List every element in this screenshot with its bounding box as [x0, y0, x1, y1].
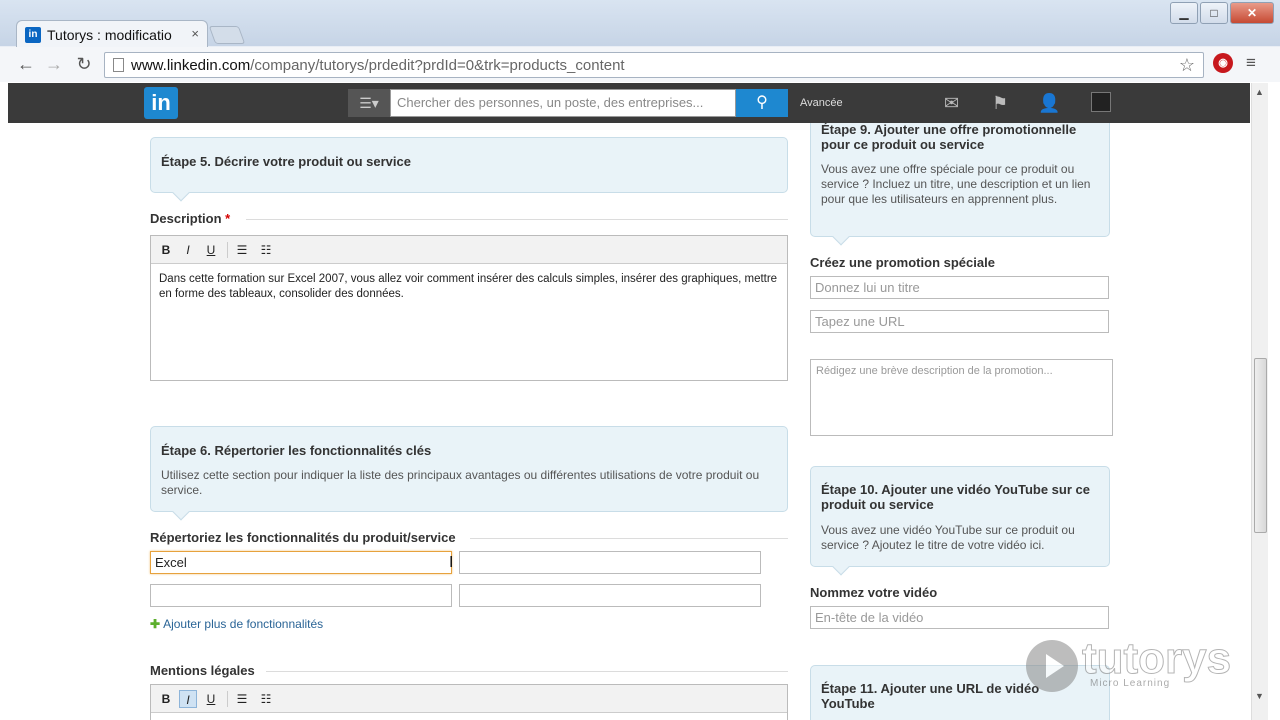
required-mark: *	[225, 211, 231, 226]
page-content: Étape 5. Décrire votre produit ou servic…	[8, 123, 1250, 720]
step10-title: Étape 10. Ajouter une vidéo YouTube sur …	[821, 482, 1090, 512]
description-label-text: Description	[150, 211, 222, 226]
bold-button[interactable]: B	[157, 690, 175, 708]
step6-title: Étape 6. Répertorier les fonctionnalités…	[161, 443, 432, 458]
play-logo-icon	[1026, 640, 1078, 692]
promo-label: Créez une promotion spéciale	[810, 255, 995, 270]
linkedin-header: in ☰▾ Chercher des personnes, un poste, …	[8, 83, 1250, 123]
scroll-down-arrow-icon[interactable]: ▼	[1255, 691, 1264, 701]
divider	[470, 538, 788, 539]
promo-description-textarea[interactable]: Rédigez une brève description de la prom…	[810, 359, 1113, 436]
promo-url-input[interactable]: Tapez une URL	[810, 310, 1109, 333]
bullet-list-icon[interactable]: ☰	[233, 241, 251, 259]
new-tab-button[interactable]	[208, 26, 246, 44]
address-bar[interactable]: www.linkedin.com/company/tutorys/prdedit…	[104, 52, 1204, 78]
minimize-button[interactable]: ▁	[1170, 2, 1198, 24]
notifications-flag-icon[interactable]: ⚑	[992, 93, 1008, 114]
editor-toolbar: B I U ☰ ☷	[151, 236, 787, 264]
legal-label: Mentions légales	[150, 663, 255, 678]
add-features-label: Ajouter plus de fonctionnalités	[163, 617, 324, 631]
step6-box: Étape 6. Répertorier les fonctionnalités…	[150, 426, 788, 521]
page-icon	[113, 58, 124, 72]
browser-chrome: in Tutorys : modificatio × ▁ □ ✕ ← → ↻ w…	[0, 0, 1280, 82]
step6-text: Utilisez cette section pour indiquer la …	[161, 468, 760, 497]
features-label: Répertoriez les fonctionnalités du produ…	[150, 530, 456, 545]
add-features-link[interactable]: ✚ Ajouter plus de fonctionnalités	[150, 617, 323, 631]
step9-box: Étape 9. Ajouter une offre promotionnell…	[810, 123, 1110, 246]
step9-caret	[832, 228, 850, 246]
avatar[interactable]	[1091, 92, 1111, 112]
watermark-brand: tutorys	[1081, 634, 1232, 684]
toolbar-separator	[227, 691, 228, 707]
divider	[266, 671, 788, 672]
numbered-list-icon[interactable]: ☷	[257, 241, 275, 259]
text-cursor-icon: I	[449, 554, 454, 571]
extension-icon[interactable]: ◉	[1213, 53, 1233, 73]
feature-input-3[interactable]	[150, 584, 452, 607]
step9-text: Vous avez une offre spéciale pour ce pro…	[821, 162, 1091, 206]
step5-caret	[172, 184, 190, 202]
search-category-menu-icon[interactable]: ☰▾	[348, 89, 390, 117]
messages-icon[interactable]: ✉	[944, 93, 959, 114]
underline-button[interactable]: U	[202, 690, 220, 708]
maximize-button[interactable]: □	[1200, 2, 1228, 24]
scrollbar-thumb[interactable]	[1254, 358, 1267, 533]
url-host: www.linkedin.com	[131, 57, 251, 74]
watermark-tagline: Micro Learning	[1090, 678, 1171, 689]
linkedin-logo[interactable]: in	[144, 87, 178, 119]
underline-button[interactable]: U	[202, 241, 220, 259]
video-label: Nommez votre vidéo	[810, 585, 938, 600]
browser-tab[interactable]: in Tutorys : modificatio ×	[16, 20, 208, 48]
search-icon[interactable]: ⚲	[736, 89, 788, 117]
bold-button[interactable]: B	[157, 241, 175, 259]
divider	[246, 219, 788, 220]
plus-icon: ✚	[150, 617, 161, 631]
step11-title: Étape 11. Ajouter une URL de vidéo YouTu…	[821, 681, 1040, 711]
feature-input-2[interactable]	[459, 551, 761, 574]
promo-title-input[interactable]: Donnez lui un titre	[810, 276, 1109, 299]
bookmark-star-icon[interactable]: ☆	[1179, 55, 1195, 76]
title-bar: in Tutorys : modificatio × ▁ □ ✕	[0, 0, 1280, 48]
step6-caret	[172, 503, 190, 521]
forward-arrow-icon[interactable]: →	[42, 53, 66, 75]
description-label: Description *	[150, 211, 230, 226]
window-controls: ▁ □ ✕	[1170, 2, 1274, 24]
editor-toolbar: B I U ☰ ☷	[151, 685, 787, 713]
step10-box: Étape 10. Ajouter une vidéo YouTube sur …	[810, 466, 1110, 576]
search-input[interactable]: Chercher des personnes, un poste, des en…	[390, 89, 736, 117]
legal-editor: B I U ☰ ☷	[150, 684, 788, 720]
linkedin-favicon-icon: in	[25, 27, 41, 43]
bullet-list-icon[interactable]: ☰	[233, 690, 251, 708]
step5-title: Étape 5. Décrire votre produit ou servic…	[161, 154, 411, 169]
italic-button[interactable]: I	[179, 690, 197, 708]
tab-title: Tutorys : modificatio	[47, 27, 172, 43]
url-text: www.linkedin.com/company/tutorys/prdedit…	[131, 57, 625, 74]
back-arrow-icon[interactable]: ←	[14, 53, 38, 75]
feature-input-1[interactable]: Excel	[150, 551, 452, 574]
add-connection-icon[interactable]: 👤	[1038, 93, 1060, 114]
description-editor: B I U ☰ ☷ Dans cette formation sur Excel…	[150, 235, 788, 381]
scroll-up-arrow-icon[interactable]: ▲	[1255, 87, 1264, 97]
browser-menu-icon[interactable]: ≡	[1246, 53, 1256, 73]
feature-input-4[interactable]	[459, 584, 761, 607]
step9-title: Étape 9. Ajouter une offre promotionnell…	[821, 123, 1077, 152]
step10-text: Vous avez une vidéo YouTube sur ce produ…	[821, 523, 1075, 552]
tab-close-icon[interactable]: ×	[191, 26, 199, 41]
toolbar-separator	[227, 242, 228, 258]
step5-box: Étape 5. Décrire votre produit ou servic…	[150, 137, 788, 202]
browser-toolbar: ← → ↻ www.linkedin.com/company/tutorys/p…	[0, 47, 1280, 82]
advanced-search-link[interactable]: Avancée	[800, 97, 843, 109]
url-path: /company/tutorys/prdedit?prdId=0&trk=pro…	[250, 57, 625, 74]
numbered-list-icon[interactable]: ☷	[257, 690, 275, 708]
close-window-button[interactable]: ✕	[1230, 2, 1274, 24]
description-textarea[interactable]: Dans cette formation sur Excel 2007, vou…	[151, 264, 787, 310]
italic-button[interactable]: I	[179, 241, 197, 259]
tutorys-watermark: tutorys Micro Learning	[1026, 634, 1256, 696]
step10-caret	[832, 558, 850, 576]
video-title-input[interactable]: En-tête de la vidéo	[810, 606, 1109, 629]
vertical-scrollbar[interactable]: ▲ ▼	[1251, 83, 1268, 720]
reload-icon[interactable]: ↻	[72, 53, 96, 75]
